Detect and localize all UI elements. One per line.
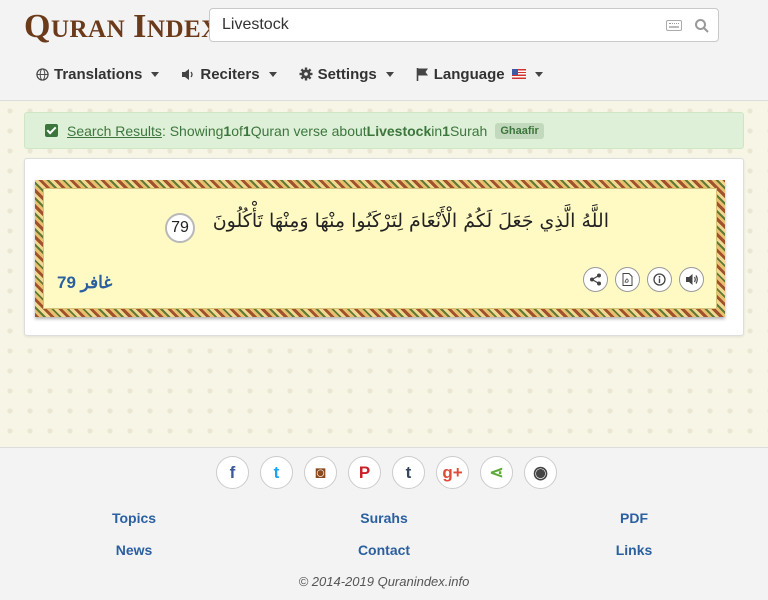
- info-icon: [653, 273, 666, 286]
- alert-text-5: Surah: [449, 122, 488, 139]
- share-icon: ⋖: [489, 462, 504, 482]
- info-button[interactable]: [647, 267, 672, 292]
- facebook-icon: f: [229, 462, 236, 482]
- alert-text-4: in: [431, 122, 443, 139]
- footer-link-contact[interactable]: Contact: [358, 542, 410, 558]
- alert-text-3: Quran verse about: [250, 122, 367, 139]
- github-button[interactable]: ◉: [524, 456, 557, 489]
- googleplus-icon: g+: [442, 462, 463, 482]
- us-flag-icon: [511, 69, 526, 79]
- footer-link-news[interactable]: News: [116, 542, 153, 558]
- main-nav: Translations Reciters Settings Language: [36, 62, 543, 86]
- verse-actions: [583, 267, 704, 292]
- instagram-icon: ◙: [315, 462, 326, 482]
- tumblr-button[interactable]: t: [392, 456, 425, 489]
- nav-settings-label: Settings: [317, 65, 377, 83]
- footer-link-links[interactable]: Links: [616, 542, 653, 558]
- audio-icon: [685, 274, 698, 285]
- copyright: © 2014-2019 Quranindex.info: [298, 574, 470, 589]
- search-results-alert: Search Results: Showing 1 of 1 Quran ver…: [24, 112, 744, 149]
- ornamental-frame: اللَّهُ الَّذِي جَعَلَ لَكُمُ الْأَنْعَا…: [35, 180, 725, 317]
- facebook-button[interactable]: f: [216, 456, 249, 489]
- keyboard-icon[interactable]: [666, 20, 682, 31]
- twitter-button[interactable]: t: [260, 456, 293, 489]
- googleplus-button[interactable]: g+: [436, 456, 469, 489]
- audio-button[interactable]: [679, 267, 704, 292]
- instagram-button[interactable]: ◙: [304, 456, 337, 489]
- search-box: [209, 8, 719, 42]
- alert-text-1: : Showing: [161, 122, 224, 139]
- search-input[interactable]: [222, 9, 652, 41]
- search-icon[interactable]: [694, 18, 710, 34]
- pinterest-button[interactable]: P: [348, 456, 381, 489]
- logo-letter-i: I: [133, 8, 147, 45]
- globe-icon: [36, 67, 49, 81]
- search-topic: Livestock: [366, 122, 432, 139]
- speaker-icon: [182, 68, 194, 80]
- checkbox-icon: [45, 124, 58, 137]
- nav-translations-label: Translations: [54, 65, 143, 83]
- search-results-link[interactable]: Search Results: [67, 123, 162, 139]
- logo-letter-q: Q: [24, 8, 51, 45]
- surah-count: 1: [442, 122, 450, 139]
- pinterest-icon: P: [358, 462, 371, 482]
- footer-link-topics[interactable]: Topics: [112, 510, 156, 526]
- flag-icon: [416, 68, 428, 81]
- total-count: 1: [242, 122, 251, 139]
- share-icon: [590, 273, 601, 286]
- footer-link-surahs[interactable]: Surahs: [360, 510, 407, 526]
- chevron-down-icon: [151, 71, 160, 77]
- nav-reciters[interactable]: Reciters: [181, 62, 277, 86]
- chevron-down-icon: [268, 71, 277, 77]
- verse-reference[interactable]: غافر 79: [57, 273, 112, 293]
- share-button[interactable]: ⋖: [480, 456, 513, 489]
- verse-number-badge: 79: [165, 213, 195, 243]
- github-icon: ◉: [533, 462, 548, 482]
- nav-language-label: Language: [433, 65, 505, 83]
- alert-text-2: of: [231, 122, 243, 139]
- social-links: f t ◙ Pt g+ ⋖ ◉: [216, 456, 557, 489]
- logo-word-quran: URAN: [50, 16, 126, 43]
- footer-link-pdf[interactable]: PDF: [620, 510, 648, 526]
- share-button[interactable]: [583, 267, 608, 292]
- nav-settings[interactable]: Settings: [299, 62, 394, 86]
- result-count: 1: [223, 122, 232, 139]
- pdf-button[interactable]: [615, 267, 640, 292]
- nav-reciters-label: Reciters: [200, 65, 260, 83]
- nav-translations[interactable]: Translations: [36, 62, 160, 86]
- footer: f t ◙ Pt g+ ⋖ ◉ Topics Surahs PDF News Contact…: [0, 447, 768, 600]
- twitter-icon: t: [273, 462, 280, 482]
- nav-language[interactable]: Language: [416, 62, 543, 86]
- gear-icon: [299, 67, 313, 81]
- pdf-icon: [622, 273, 633, 286]
- chevron-down-icon: [385, 71, 394, 77]
- surah-badge[interactable]: Ghaafir: [495, 122, 544, 139]
- verse-card: اللَّهُ الَّذِي جَعَلَ لَكُمُ الْأَنْعَا…: [24, 158, 744, 336]
- header: QURAN INDEX✗ Translations Reciters Setti…: [0, 0, 768, 101]
- verse-text: اللَّهُ الَّذِي جَعَلَ لَكُمُ الْأَنْعَا…: [212, 210, 609, 232]
- chevron-down-icon: [534, 71, 543, 77]
- tumblr-icon: t: [405, 462, 412, 482]
